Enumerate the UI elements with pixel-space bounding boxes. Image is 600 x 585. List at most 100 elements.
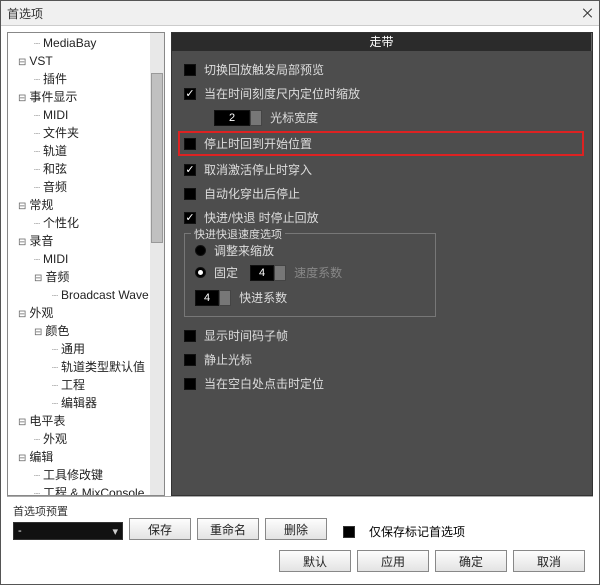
tree-item[interactable]: 文件夹 <box>12 125 164 143</box>
opt-label: 仅保存标记首选项 <box>369 523 465 540</box>
checkbox-icon[interactable] <box>184 138 196 150</box>
tree-item[interactable]: 工程 <box>12 377 164 395</box>
preset-rename-button[interactable]: 重命名 <box>197 518 259 540</box>
ff-factor-stepper[interactable]: 4 <box>195 290 231 306</box>
panel-tab-transport[interactable]: 走带 <box>172 33 592 51</box>
checkbox-icon[interactable] <box>184 64 196 76</box>
tree-item[interactable]: 外观 <box>12 305 164 323</box>
footer-buttons: 默认 应用 确定 取消 <box>7 544 593 580</box>
number-value[interactable]: 2 <box>214 110 250 126</box>
checkbox-icon[interactable] <box>184 164 196 176</box>
checkbox-icon[interactable] <box>184 330 196 342</box>
panel-body: 切换回放触发局部预览 当在时间刻度尺内定位时缩放 2 光标宽度 <box>172 51 592 495</box>
tree-item[interactable]: 常规 <box>12 197 164 215</box>
opt-toggle-playback-preview[interactable]: 切换回放触发局部预览 <box>184 61 582 78</box>
opt-label: 停止时回到开始位置 <box>204 135 312 152</box>
tree-item[interactable]: 音频 <box>12 179 164 197</box>
field-label: 快进系数 <box>239 289 287 306</box>
stepper-handle-icon[interactable] <box>219 290 231 306</box>
preset-select[interactable]: - <box>13 522 123 540</box>
checkbox-icon[interactable] <box>184 188 196 200</box>
opt-cursor-width: 2 光标宽度 <box>184 109 582 126</box>
tree-item[interactable]: 编辑器 <box>12 395 164 413</box>
radio-scale[interactable]: 调整来缩放 <box>195 242 425 259</box>
group-title: 快进快退速度选项 <box>191 226 285 242</box>
opt-show-subframes[interactable]: 显示时间码子帧 <box>184 327 582 344</box>
preset-strip: 首选项预置 - 保存 重命名 删除 仅保存标记首选项 <box>7 496 593 544</box>
tree-item[interactable]: 通用 <box>12 341 164 359</box>
tree-item[interactable]: VST <box>12 53 164 71</box>
window-title: 首选项 <box>7 5 583 22</box>
checkbox-icon[interactable] <box>184 88 196 100</box>
field-label: 光标宽度 <box>270 109 318 126</box>
opt-label: 静止光标 <box>204 351 252 368</box>
checkbox-icon[interactable] <box>343 526 355 538</box>
preset-save-button[interactable]: 保存 <box>129 518 191 540</box>
tree-item[interactable]: 轨道类型默认值 <box>12 359 164 377</box>
preset-selected: - <box>18 525 22 537</box>
checkbox-icon[interactable] <box>184 378 196 390</box>
defaults-button[interactable]: 默认 <box>279 550 351 572</box>
titlebar: 首选项 <box>1 1 599 26</box>
tree-item[interactable]: 事件显示 <box>12 89 164 107</box>
tree-item[interactable]: 工程 & MixConsole <box>12 485 164 495</box>
opt-stop-playback-ffwd[interactable]: 快进/快退 时停止回放 <box>184 209 582 226</box>
opt-stop-after-auto-punch[interactable]: 自动化穿出后停止 <box>184 185 582 202</box>
radio-icon[interactable] <box>195 267 206 278</box>
tree-scroll-thumb[interactable] <box>151 73 163 243</box>
number-value[interactable]: 4 <box>195 290 219 306</box>
ff-factor: 4 快进系数 <box>195 289 425 306</box>
tree-item[interactable]: Broadcast Wave <box>12 287 164 305</box>
tree-item[interactable]: 音频 <box>12 269 164 287</box>
opt-label: 显示时间码子帧 <box>204 327 288 344</box>
number-value[interactable]: 4 <box>250 265 274 281</box>
opt-label: 自动化穿出后停止 <box>204 185 300 202</box>
opt-label: 快进/快退 时停止回放 <box>204 209 319 226</box>
preferences-window: 首选项 MediaBayVST插件事件显示MIDI文件夹轨道和弦音频常规个性化录… <box>0 0 600 585</box>
preset-only-marked[interactable]: 仅保存标记首选项 <box>343 523 465 540</box>
tree-item[interactable]: MIDI <box>12 107 164 125</box>
tree-item[interactable]: 颜色 <box>12 323 164 341</box>
opt-label: 取消激活停止时穿入 <box>204 161 312 178</box>
opt-zoom-on-locate[interactable]: 当在时间刻度尺内定位时缩放 <box>184 85 582 102</box>
opt-deactivate-punch[interactable]: 取消激活停止时穿入 <box>184 161 582 178</box>
opt-locate-empty[interactable]: 当在空白处点击时定位 <box>184 375 582 392</box>
cursor-width-stepper[interactable]: 2 <box>214 110 262 126</box>
tree-item[interactable]: 个性化 <box>12 215 164 233</box>
checkbox-icon[interactable] <box>184 354 196 366</box>
radio-label: 调整来缩放 <box>214 242 274 259</box>
tree-item[interactable]: MediaBay <box>12 35 164 53</box>
field-label: 速度系数 <box>294 264 342 281</box>
tree-item[interactable]: 外观 <box>12 431 164 449</box>
opt-return-to-start[interactable]: 停止时回到开始位置 <box>180 133 582 154</box>
preset-delete-button[interactable]: 删除 <box>265 518 327 540</box>
panel-tabstrip: 走带 <box>172 33 592 51</box>
apply-button[interactable]: 应用 <box>357 550 429 572</box>
tree-item[interactable]: 编辑 <box>12 449 164 467</box>
tree-item[interactable]: 工具修改键 <box>12 467 164 485</box>
stepper-handle-icon[interactable] <box>250 110 262 126</box>
settings-panel: 走带 切换回放触发局部预览 当在时间刻度尺内定位时缩放 2 <box>171 32 593 496</box>
tree-inner: MediaBayVST插件事件显示MIDI文件夹轨道和弦音频常规个性化录音MID… <box>8 33 164 495</box>
tree-item[interactable]: 轨道 <box>12 143 164 161</box>
cancel-button[interactable]: 取消 <box>513 550 585 572</box>
tree-item[interactable]: 录音 <box>12 233 164 251</box>
opt-label: 切换回放触发局部预览 <box>204 61 324 78</box>
tree-item[interactable]: 和弦 <box>12 161 164 179</box>
ffwd-speed-group: 快进快退速度选项 调整来缩放 固定 4 速度系数 <box>184 233 436 317</box>
tree-item[interactable]: 插件 <box>12 71 164 89</box>
checkbox-icon[interactable] <box>184 212 196 224</box>
tree-item[interactable]: MIDI <box>12 251 164 269</box>
radio-fixed[interactable]: 固定 4 速度系数 <box>195 264 425 281</box>
opt-stationary-cursor[interactable]: 静止光标 <box>184 351 582 368</box>
ok-button[interactable]: 确定 <box>435 550 507 572</box>
radio-label: 固定 <box>214 264 238 281</box>
speed-factor-stepper[interactable]: 4 <box>250 265 286 281</box>
category-tree[interactable]: MediaBayVST插件事件显示MIDI文件夹轨道和弦音频常规个性化录音MID… <box>7 32 165 496</box>
stepper-handle-icon[interactable] <box>274 265 286 281</box>
tree-scrollbar[interactable] <box>150 33 164 495</box>
tree-item[interactable]: 电平表 <box>12 413 164 431</box>
close-icon[interactable] <box>583 8 593 18</box>
radio-icon[interactable] <box>195 245 206 256</box>
main-row: MediaBayVST插件事件显示MIDI文件夹轨道和弦音频常规个性化录音MID… <box>7 32 593 496</box>
